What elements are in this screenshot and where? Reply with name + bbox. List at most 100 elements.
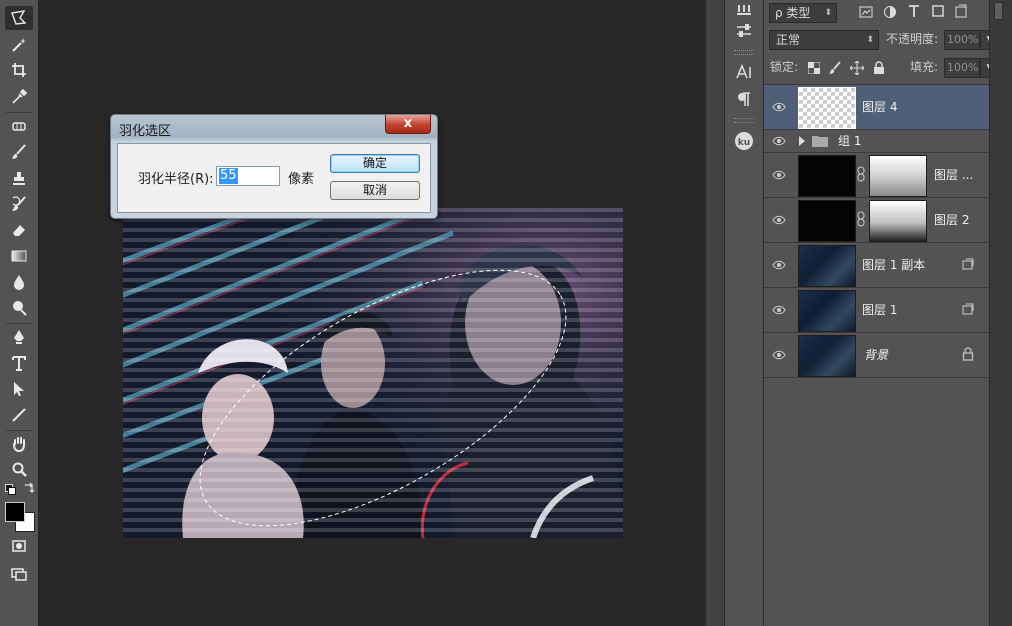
layer-row[interactable]: 背景	[764, 333, 989, 378]
blend-mode-select[interactable]: 正常 ⬍	[769, 30, 879, 50]
pixel-unit-label: 像素	[288, 172, 315, 187]
shape-filter-icon[interactable]	[931, 4, 945, 18]
spot-healing-brush-tool-icon[interactable]	[5, 114, 33, 138]
fill-input[interactable]: 100%	[944, 58, 980, 78]
layer-row[interactable]: 图层 1 副本	[764, 243, 989, 288]
layer-thumbnail	[798, 245, 856, 287]
feather-radius-input[interactable]: 55	[216, 166, 280, 186]
polygonal-lasso-tool-icon[interactable]	[5, 6, 33, 30]
lock-image-pixels-icon[interactable]	[828, 61, 842, 75]
layer-row[interactable]: 图层 2	[764, 198, 989, 243]
layer-filter-label: ρ 类型	[775, 6, 811, 20]
layer-mask-thumbnail[interactable]	[869, 155, 927, 197]
layer-name[interactable]: 图层 1	[862, 302, 897, 318]
visibility-eye-icon[interactable]	[772, 100, 786, 114]
opacity-input[interactable]: 100%	[944, 30, 980, 50]
visibility-eye-icon[interactable]	[772, 303, 786, 317]
brush-preset-icon[interactable]	[730, 0, 758, 22]
swap-colors-icon[interactable]	[23, 482, 35, 494]
layer-name[interactable]: 背景	[864, 347, 888, 363]
layers-panel: ρ 类型 ⬍ 正常 ⬍ 不透明度: 100% ▼ 锁定: 填充: 100% ▼	[764, 0, 1000, 626]
panel-grip-2[interactable]	[734, 118, 754, 123]
group-row[interactable]: 组 1	[764, 130, 989, 153]
zoom-tool-icon[interactable]	[5, 458, 33, 482]
mask-link-icon[interactable]	[856, 211, 866, 227]
fill-label: 填充:	[910, 60, 939, 74]
layer-row[interactable]: 图层 4	[764, 85, 989, 130]
pen-tool-icon[interactable]	[5, 325, 33, 349]
scrollbar-thumb[interactable]	[994, 2, 1003, 20]
history-brush-tool-icon[interactable]	[5, 192, 33, 216]
paragraph-icon[interactable]	[730, 88, 758, 110]
feather-radius-label: 羽化半径(R):	[138, 172, 214, 187]
eraser-tool-icon[interactable]	[5, 218, 33, 242]
eyedropper-tool-icon[interactable]	[5, 85, 33, 109]
layer-thumbnail	[798, 335, 856, 377]
dodge-tool-icon[interactable]	[5, 296, 33, 320]
layer-filter-select[interactable]: ρ 类型 ⬍	[769, 3, 837, 23]
layer-thumbnail	[798, 200, 856, 242]
visibility-eye-icon[interactable]	[772, 258, 786, 272]
mask-link-icon[interactable]	[856, 166, 866, 182]
path-selection-tool-icon[interactable]	[5, 377, 33, 401]
document-canvas[interactable]	[123, 208, 623, 538]
hand-tool-icon[interactable]	[5, 432, 33, 456]
layer-name[interactable]: 图层 ...	[934, 167, 973, 183]
type-filter-icon[interactable]	[907, 4, 921, 18]
brush-tool-icon[interactable]	[5, 140, 33, 164]
character-icon[interactable]	[730, 61, 758, 83]
adjustment-filter-icon[interactable]	[883, 5, 897, 19]
magic-wand-tool-icon[interactable]	[5, 33, 33, 57]
lock-label: 锁定:	[770, 60, 799, 74]
dialog-close-button[interactable]: x	[385, 115, 431, 134]
pixel-filter-icon[interactable]	[859, 5, 873, 19]
blur-tool-icon[interactable]	[5, 270, 33, 294]
opacity-label: 不透明度:	[886, 32, 939, 46]
visibility-eye-icon[interactable]	[772, 134, 786, 148]
lock-transparent-icon[interactable]	[808, 62, 820, 74]
layers-scrollbar[interactable]	[989, 0, 1012, 626]
expand-triangle-icon[interactable]	[798, 136, 806, 146]
cancel-button[interactable]: 取消	[330, 181, 420, 200]
type-tool-icon[interactable]	[5, 351, 33, 375]
layer-name[interactable]: 组 1	[838, 133, 861, 149]
line-tool-icon[interactable]	[5, 403, 33, 427]
adjustments-sliders-icon[interactable]	[730, 20, 758, 42]
default-colors-icon[interactable]	[5, 484, 16, 495]
ok-button[interactable]: 确定	[330, 154, 420, 173]
panel-dock-divider	[705, 0, 724, 626]
layer-mask-thumbnail[interactable]	[869, 200, 927, 242]
layer-thumbnail	[798, 87, 856, 129]
panel-grip[interactable]	[734, 50, 754, 55]
document-image	[123, 208, 623, 538]
layer-name[interactable]: 图层 4	[862, 99, 897, 115]
lock-position-icon[interactable]	[850, 61, 864, 75]
lock-all-icon[interactable]	[873, 61, 885, 75]
layer-list: 图层 4 组 1 图层 ... 图层 2 图层 1 副本 图层 1 背景	[764, 84, 989, 379]
gradient-tool-icon[interactable]	[5, 244, 33, 268]
blend-mode-value: 正常	[776, 33, 801, 47]
collapsed-panels-strip: ku	[724, 0, 764, 626]
quick-mask-icon[interactable]	[5, 534, 33, 558]
fill-value: 100%	[947, 61, 979, 74]
layer-name[interactable]: 图层 1 副本	[862, 257, 925, 273]
crop-tool-icon[interactable]	[5, 58, 33, 82]
blend-dropdown-arrow-icon: ⬍	[866, 35, 874, 45]
layer-name[interactable]: 图层 2	[934, 212, 969, 228]
screen-mode-icon[interactable]	[5, 562, 33, 586]
visibility-eye-icon[interactable]	[772, 348, 786, 362]
blend-row: 正常 ⬍ 不透明度: 100% ▼	[764, 27, 1000, 54]
smart-object-icon	[962, 258, 974, 270]
opacity-value: 100%	[947, 33, 979, 46]
foreground-color-swatch[interactable]	[5, 502, 25, 522]
visibility-eye-icon[interactable]	[772, 213, 786, 227]
svg-text:ku: ku	[738, 138, 750, 148]
layer-thumbnail	[798, 155, 856, 197]
smart-object-filter-icon[interactable]	[954, 4, 968, 18]
kuler-icon[interactable]: ku	[730, 130, 758, 152]
layer-row[interactable]: 图层 ...	[764, 153, 989, 198]
clone-stamp-tool-icon[interactable]	[5, 166, 33, 190]
layer-row[interactable]: 图层 1	[764, 288, 989, 333]
visibility-eye-icon[interactable]	[772, 168, 786, 182]
folder-icon	[812, 136, 828, 147]
